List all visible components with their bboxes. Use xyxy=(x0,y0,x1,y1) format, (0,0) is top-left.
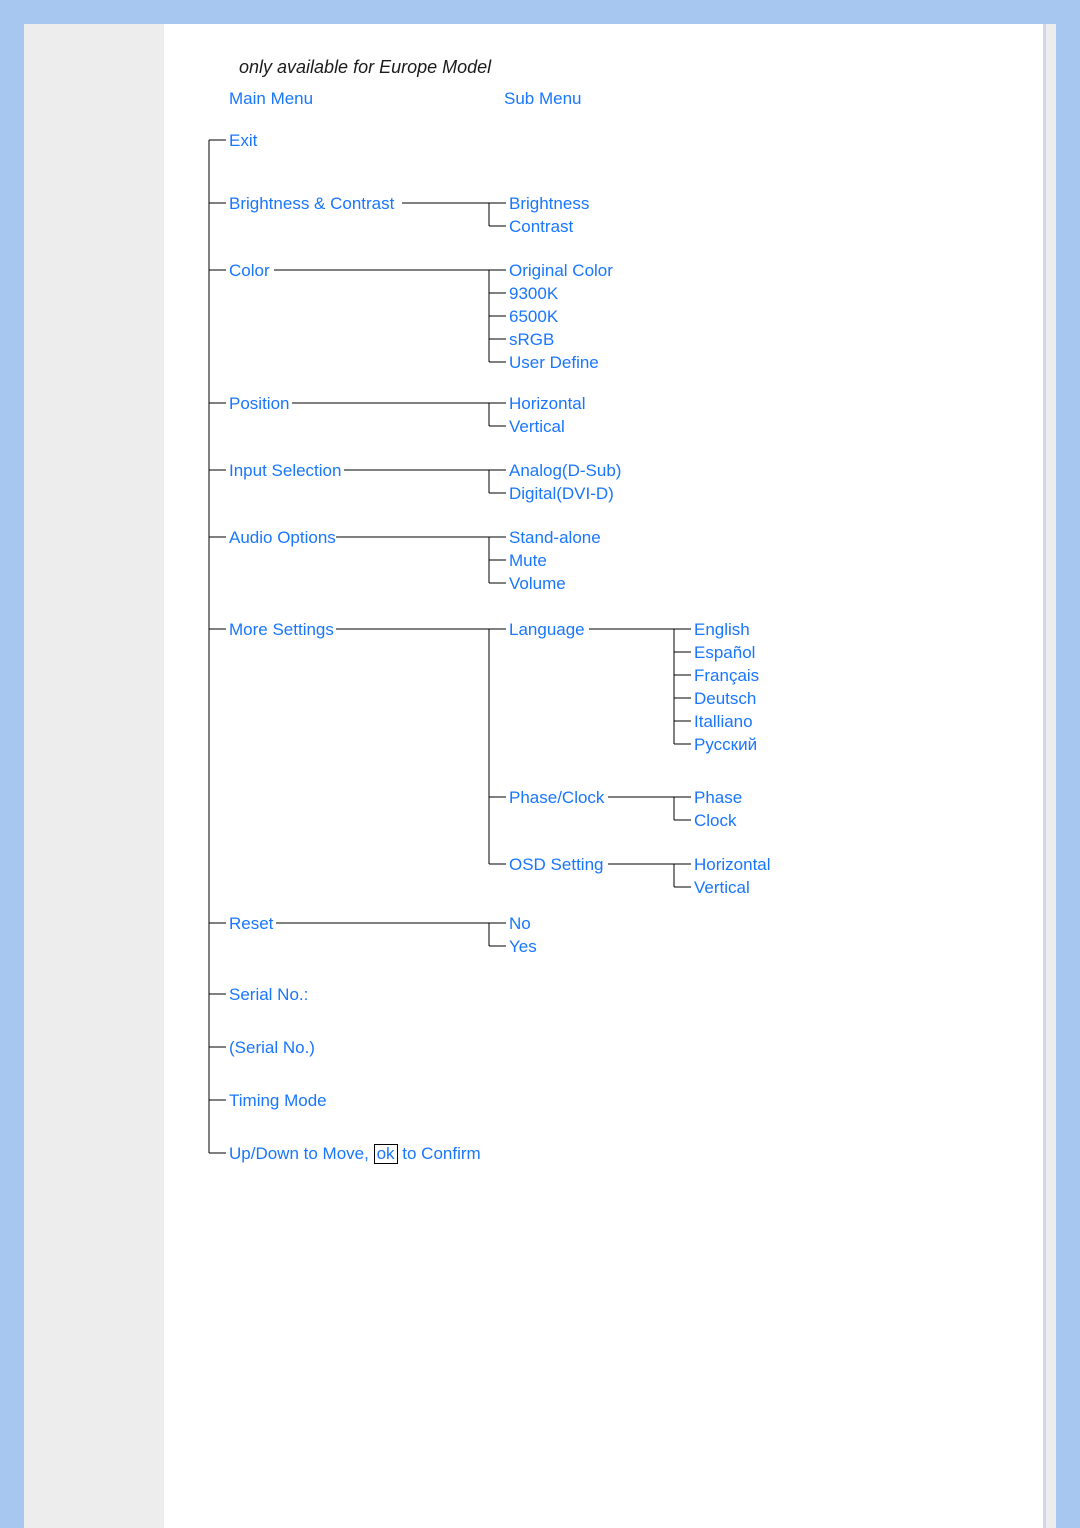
page: only available for Europe Model Main Men… xyxy=(24,24,1056,1528)
diagram-stage: only available for Europe Model Main Men… xyxy=(164,24,1043,1528)
tree-lines xyxy=(164,24,1080,1224)
content-sheet: only available for Europe Model Main Men… xyxy=(164,24,1046,1528)
